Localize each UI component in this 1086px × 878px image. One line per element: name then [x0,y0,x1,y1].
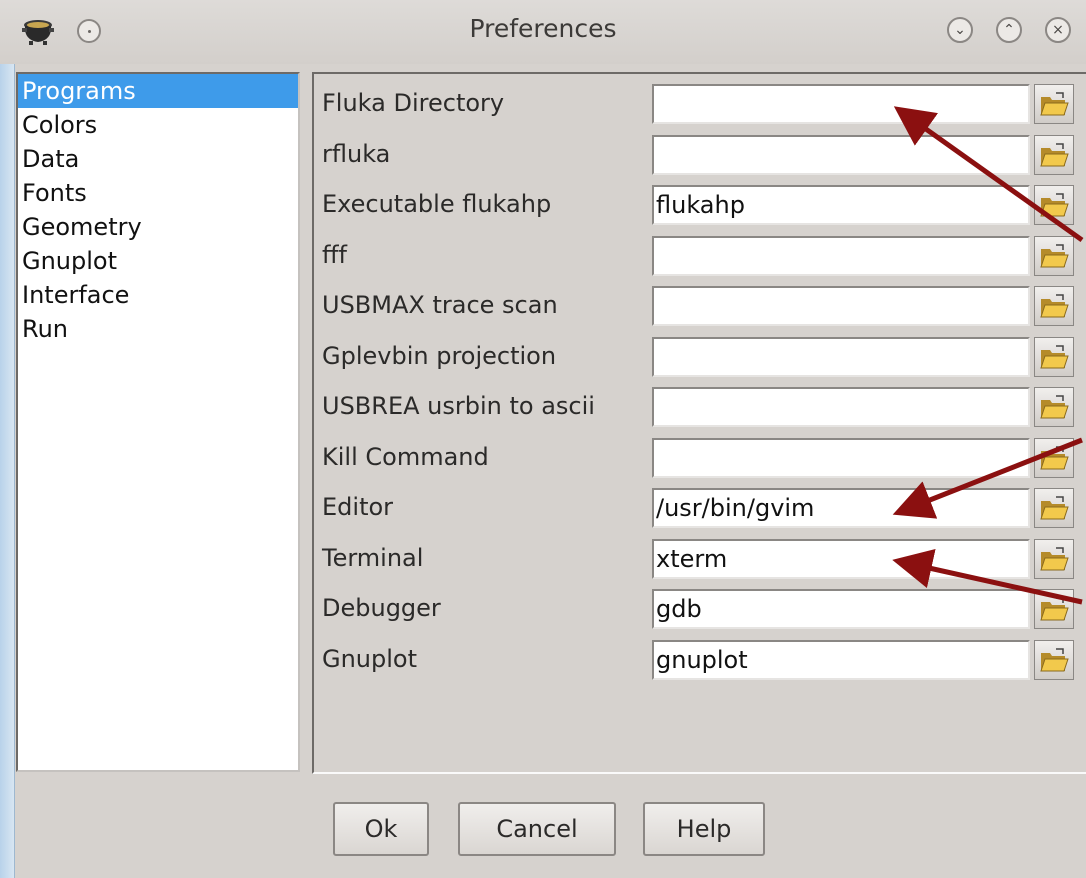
usbrea-usrbin-to-ascii-input[interactable] [652,387,1030,427]
category-list[interactable]: Programs Colors Data Fonts Geometry Gnup… [16,72,300,772]
field-row-fff: fff [314,230,1086,280]
cancel-button[interactable]: Cancel [458,802,616,856]
executable-flukahp-label: Executable flukahp [322,190,552,218]
category-geometry[interactable]: Geometry [18,210,298,244]
minimize-button[interactable]: ⌄ [947,17,973,43]
folder-open-icon [1040,345,1069,369]
folder-open-icon [1040,446,1069,470]
folder-open-icon [1040,496,1069,520]
help-button[interactable]: Help [643,802,765,856]
kill-command-input[interactable] [652,438,1030,478]
rfluka-input[interactable] [652,135,1030,175]
folder-open-icon [1040,143,1069,167]
maximize-button[interactable]: ⌃ [996,17,1022,43]
usbmax-trace-scan-input[interactable] [652,286,1030,326]
fff-browse-button[interactable] [1034,236,1074,276]
category-gnuplot[interactable]: Gnuplot [18,244,298,278]
kill-command-browse-button[interactable] [1034,438,1074,478]
fluka-directory-browse-button[interactable] [1034,84,1074,124]
terminal-browse-button[interactable] [1034,539,1074,579]
window-title: Preferences [469,14,617,43]
folder-open-icon [1040,597,1069,621]
field-row-gplevbin-projection: Gplevbin projection [314,331,1086,381]
terminal-input[interactable] [652,539,1030,579]
category-fonts[interactable]: Fonts [18,176,298,210]
field-row-rfluka: rfluka [314,129,1086,179]
field-row-kill-command: Kill Command [314,432,1086,482]
editor-input[interactable] [652,488,1030,528]
gnuplot-input[interactable] [652,640,1030,680]
gplevbin-projection-input[interactable] [652,337,1030,377]
folder-open-icon [1040,648,1069,672]
rfluka-label: rfluka [322,140,391,168]
field-row-usbrea-usrbin-to-ascii: USBREA usrbin to ascii [314,381,1086,431]
folder-open-icon [1040,92,1069,116]
editor-label: Editor [322,493,394,521]
fff-input[interactable] [652,236,1030,276]
editor-browse-button[interactable] [1034,488,1074,528]
ok-button[interactable]: Ok [333,802,429,856]
folder-open-icon [1040,294,1069,318]
folder-open-icon [1040,395,1069,419]
field-row-fluka-directory: Fluka Directory [314,78,1086,128]
fluka-directory-label: Fluka Directory [322,89,505,117]
usbrea-usrbin-to-ascii-browse-button[interactable] [1034,387,1074,427]
title-bar[interactable]: Preferences ⌄ ⌃ × [0,0,1086,64]
usbmax-trace-scan-label: USBMAX trace scan [322,291,558,319]
fff-label: fff [322,241,347,269]
field-row-executable-flukahp: Executable flukahp [314,179,1086,229]
rfluka-browse-button[interactable] [1034,135,1074,175]
category-interface[interactable]: Interface [18,278,298,312]
debugger-input[interactable] [652,589,1030,629]
field-row-usbmax-trace-scan: USBMAX trace scan [314,280,1086,330]
programs-settings-panel: Fluka Directory rfluka Executable flukah… [312,72,1086,774]
usbrea-usrbin-to-ascii-label: USBREA usrbin to ascii [322,392,595,420]
gplevbin-projection-browse-button[interactable] [1034,337,1074,377]
fluka-directory-input[interactable] [652,84,1030,124]
field-row-editor: Editor [314,482,1086,532]
kill-command-label: Kill Command [322,443,489,471]
field-row-debugger: Debugger [314,583,1086,633]
window-frame-left [0,64,15,878]
debugger-browse-button[interactable] [1034,589,1074,629]
close-icon: × [1052,22,1064,38]
close-button[interactable]: × [1045,17,1071,43]
chevron-down-icon: ⌄ [954,22,966,38]
category-run[interactable]: Run [18,312,298,346]
executable-flukahp-input[interactable] [652,185,1030,225]
terminal-label: Terminal [322,544,424,572]
gplevbin-projection-label: Gplevbin projection [322,342,557,370]
folder-open-icon [1040,193,1069,217]
category-programs[interactable]: Programs [18,74,298,108]
gnuplot-label: Gnuplot [322,645,418,673]
field-row-terminal: Terminal [314,533,1086,583]
chevron-up-icon: ⌃ [1003,22,1015,38]
category-colors[interactable]: Colors [18,108,298,142]
field-row-gnuplot: Gnuplot [314,634,1086,684]
folder-open-icon [1040,244,1069,268]
folder-open-icon [1040,547,1069,571]
usbmax-trace-scan-browse-button[interactable] [1034,286,1074,326]
debugger-label: Debugger [322,594,441,622]
gnuplot-browse-button[interactable] [1034,640,1074,680]
executable-flukahp-browse-button[interactable] [1034,185,1074,225]
category-data[interactable]: Data [18,142,298,176]
